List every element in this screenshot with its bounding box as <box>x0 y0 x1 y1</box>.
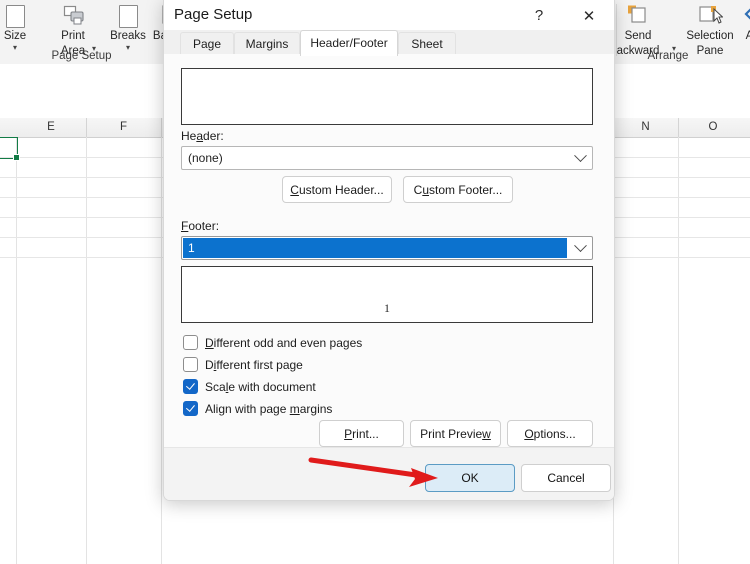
ribbon-button-label: Ali <box>745 30 750 42</box>
dialog-title-bar: Page Setup ? ✕ <box>164 0 614 33</box>
checkbox-different-first-page[interactable]: Different first page <box>183 356 303 373</box>
tab-sheet[interactable]: Sheet <box>398 32 456 55</box>
header-dropdown-value: (none) <box>188 151 223 165</box>
checkbox-label: Scale with document <box>205 379 316 394</box>
column-header-N[interactable]: N <box>613 118 679 137</box>
close-icon[interactable]: ✕ <box>568 0 610 31</box>
options-button[interactable]: Options... <box>507 420 593 447</box>
tab-header-footer[interactable]: Header/Footer <box>300 30 398 56</box>
checkbox-label: Different odd and even pages <box>205 335 363 350</box>
help-icon[interactable]: ? <box>518 0 560 31</box>
chevron-down-icon[interactable] <box>567 237 592 259</box>
ribbon-group-label: Arrange <box>647 50 689 62</box>
custom-footer-button[interactable]: Cu stom Footer... <box>403 176 513 203</box>
dialog-body: Header: (none) Custom Header... Cu stom F… <box>164 54 614 447</box>
chevron-down-icon[interactable] <box>567 147 592 169</box>
header-label: Header: <box>181 129 224 143</box>
ribbon-button-align[interactable]: Ali ▾ <box>730 2 750 52</box>
tab-page[interactable]: Page <box>180 32 234 55</box>
print-button[interactable]: Print... <box>319 420 404 447</box>
dialog-tab-strip: Page Margins Header/Footer Sheet <box>164 30 614 56</box>
checkbox-different-odd-even-pages[interactable]: Different odd and even pages <box>183 334 362 351</box>
custom-header-button[interactable]: Custom Header... <box>282 176 392 203</box>
header-preview-box[interactable] <box>181 68 593 125</box>
footer-dropdown-value: 1 <box>188 241 195 255</box>
ribbon-group-label: Page Setup <box>51 50 112 62</box>
checkbox-label: Different first page <box>205 357 303 372</box>
checkbox-align-with-page-margins[interactable]: Align with page margins <box>183 400 332 417</box>
footer-dropdown[interactable]: 1 <box>181 236 593 260</box>
page-setup-dialog: Page Setup ? ✕ Page Margins Header/Foote… <box>163 0 615 501</box>
align-objects-icon <box>730 2 750 28</box>
checkbox-label: Align with page margins <box>205 401 333 416</box>
print-preview-button[interactable]: Print Previe w <box>410 420 501 447</box>
dialog-title: Page Setup <box>174 6 253 23</box>
checkbox-box[interactable] <box>183 357 198 372</box>
footer-label: Footer: <box>181 219 220 233</box>
column-header-F[interactable]: F <box>86 118 162 137</box>
checkbox-box[interactable] <box>183 335 198 350</box>
ribbon-group-page-setup: Page Setup <box>0 0 163 64</box>
cancel-button[interactable]: Cancel <box>521 464 611 492</box>
footer-preview-box[interactable]: 1 <box>181 266 593 323</box>
ok-button[interactable]: OK <box>425 464 515 492</box>
column-header-O[interactable]: O <box>678 118 748 137</box>
chevron-down-icon[interactable]: ▾ <box>730 43 750 52</box>
fill-handle[interactable] <box>13 154 20 161</box>
ribbon-group-arrange: Arrange <box>607 0 729 64</box>
tab-margins[interactable]: Margins <box>234 32 300 55</box>
column-header-E[interactable]: E <box>16 118 87 137</box>
checkbox-box[interactable] <box>183 401 198 416</box>
checkbox-scale-with-document[interactable]: Scale with document <box>183 378 316 395</box>
checkbox-box[interactable] <box>183 379 198 394</box>
footer-preview-text: 1 <box>384 301 390 315</box>
header-dropdown[interactable]: (none) <box>181 146 593 170</box>
